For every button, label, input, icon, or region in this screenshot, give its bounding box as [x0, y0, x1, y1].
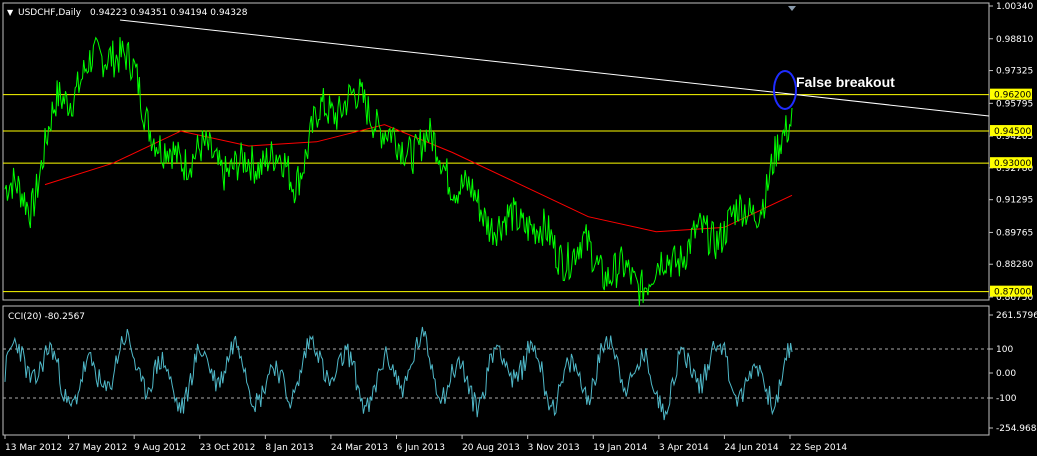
time-axis-label: 24 Mar 2013: [331, 443, 388, 453]
cci-tick-label: 0.00: [996, 369, 1016, 379]
price-axis: 1.003400.988100.973250.957950.942650.927…: [989, 2, 1033, 303]
cci-header: CCI(20) -80.2567: [8, 312, 85, 322]
time-axis-label: 8 Jan 2013: [265, 443, 313, 453]
time-axis-label: 23 Oct 2012: [200, 443, 256, 453]
level-price-label: 0.93000: [994, 159, 1031, 169]
price-tick-label: 0.88280: [996, 260, 1033, 270]
price-tick-label: 0.98810: [996, 35, 1033, 45]
cci-tick-label: -100: [996, 394, 1017, 404]
trading-chart[interactable]: 1.003400.988100.973250.957950.942650.927…: [0, 0, 1037, 456]
price-tick-label: 1.00340: [996, 2, 1033, 12]
cci-tick-label: -254.9684: [996, 424, 1037, 434]
header-triangle-icon[interactable]: ▼: [7, 8, 14, 17]
price-tick-label: 0.89765: [996, 228, 1033, 238]
false-breakout-annotation[interactable]: False breakout: [796, 74, 895, 90]
cci-tick-label: 100: [996, 345, 1013, 355]
time-axis-label: 24 Jun 2014: [724, 443, 778, 453]
cci-axis: 261.5796 100 0.00 -100 -254.9684: [989, 311, 1037, 434]
ohlc-readout: 0.94223 0.94351 0.94194 0.94328: [90, 8, 248, 18]
time-axis-label: 27 May 2012: [69, 443, 128, 453]
price-tick-label: 0.91295: [996, 196, 1033, 206]
symbol-label: USDCHF,Daily: [18, 8, 82, 18]
time-axis-label: 9 Aug 2012: [134, 443, 186, 453]
price-tick-label: 0.97325: [996, 67, 1033, 77]
cci-panel[interactable]: [2, 305, 990, 436]
cci-tick-label: 261.5796: [996, 311, 1037, 321]
level-price-label: 0.94500: [994, 127, 1031, 137]
time-axis-label: 20 Aug 2013: [462, 443, 520, 453]
time-axis-label: 19 Jan 2014: [593, 443, 647, 453]
time-axis-label: 3 Apr 2014: [659, 443, 709, 453]
time-axis-label: 3 Nov 2013: [528, 443, 580, 453]
time-axis-label: 22 Sep 2014: [790, 443, 847, 453]
time-axis: 13 Mar 2012 27 May 2012 9 Aug 2012 23 Oct 2…: [4, 435, 847, 453]
time-axis-label: 13 Mar 2012: [5, 443, 62, 453]
price-tick-label: 0.95795: [996, 99, 1033, 109]
time-axis-label: 6 Jun 2013: [397, 443, 445, 453]
level-price-label: 0.96200: [994, 91, 1031, 101]
level-price-label: 0.87000: [994, 288, 1031, 298]
price-panel[interactable]: [2, 2, 990, 301]
